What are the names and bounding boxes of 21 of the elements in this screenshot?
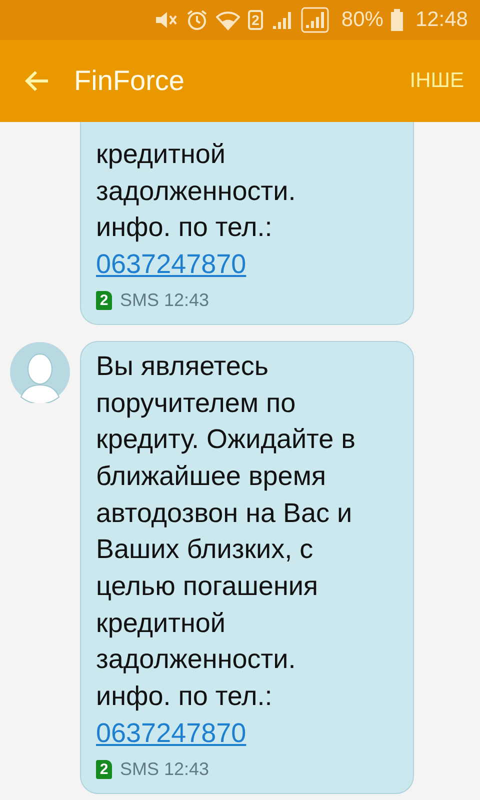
clock: 12:48 <box>415 7 468 34</box>
back-button[interactable] <box>24 69 50 93</box>
phone-link[interactable]: 0637247870 <box>96 246 246 283</box>
message-time: SMS 12:43 <box>120 758 210 781</box>
more-button[interactable]: ІНШЕ <box>410 65 464 97</box>
battery-icon <box>391 9 404 31</box>
phone-link[interactable]: 0637247870 <box>96 714 246 752</box>
avatar-icon[interactable] <box>9 340 71 403</box>
message-text: кредитной задолженности. инфо. по тел.: <box>96 138 297 244</box>
message-text: Вы являетесь поручителем по кредиту. Ожидайте в ближайшее время автодозвон на Вас и Ваших близких, с целью погашения кредитной задолженности. инфо. по тел.: <box>96 350 356 714</box>
signal-icon <box>301 7 330 33</box>
battery-percent: 80% <box>341 7 384 34</box>
wifi-icon <box>216 9 240 31</box>
sim-icon: 2 <box>248 10 264 30</box>
mute-icon <box>154 9 178 31</box>
sim-icon: 2 <box>96 760 112 779</box>
signal-icon <box>271 9 294 31</box>
conversation-title: FinForce <box>74 64 186 98</box>
message-time: SMS 12:43 <box>120 288 210 312</box>
alarm-icon <box>186 9 208 31</box>
sim-icon: 2 <box>96 290 112 310</box>
